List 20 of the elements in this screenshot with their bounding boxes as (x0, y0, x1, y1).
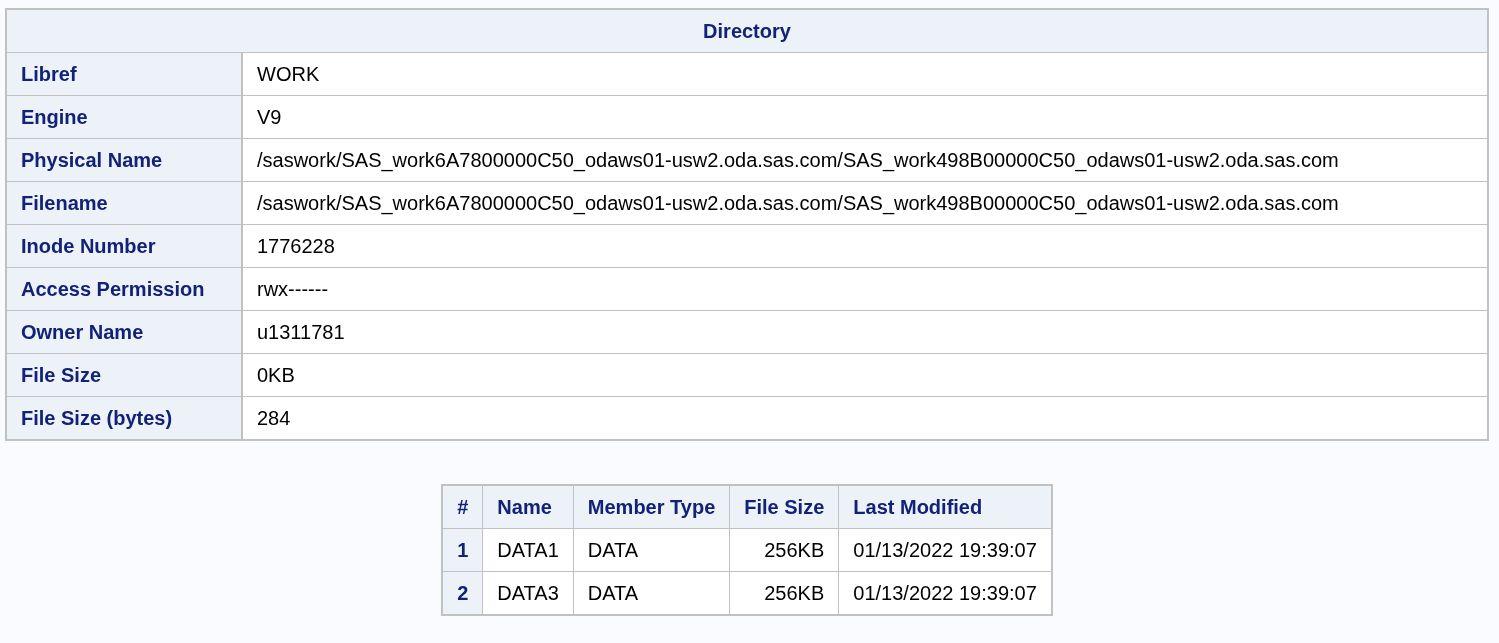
row-label: Engine (6, 95, 242, 139)
column-header: Name (482, 485, 574, 529)
row-label: Owner Name (6, 310, 242, 354)
table-title: Directory (6, 9, 1488, 53)
row-label: Physical Name (6, 138, 242, 182)
table-cell: 256KB (729, 528, 839, 572)
table-cell: DATA1 (482, 528, 574, 572)
row-label: File Size (bytes) (6, 396, 242, 440)
row-label: File Size (6, 353, 242, 397)
row-label: Libref (6, 52, 242, 96)
row-number: 1 (442, 528, 483, 572)
row-label: Access Permission (6, 267, 242, 311)
table-cell: DATA (573, 528, 730, 572)
column-header: Last Modified (838, 485, 1052, 529)
row-label: Filename (6, 181, 242, 225)
row-number: 2 (442, 571, 483, 615)
column-header: Member Type (573, 485, 730, 529)
column-header: # (442, 485, 483, 529)
column-header: File Size (729, 485, 839, 529)
row-label: Inode Number (6, 224, 242, 268)
